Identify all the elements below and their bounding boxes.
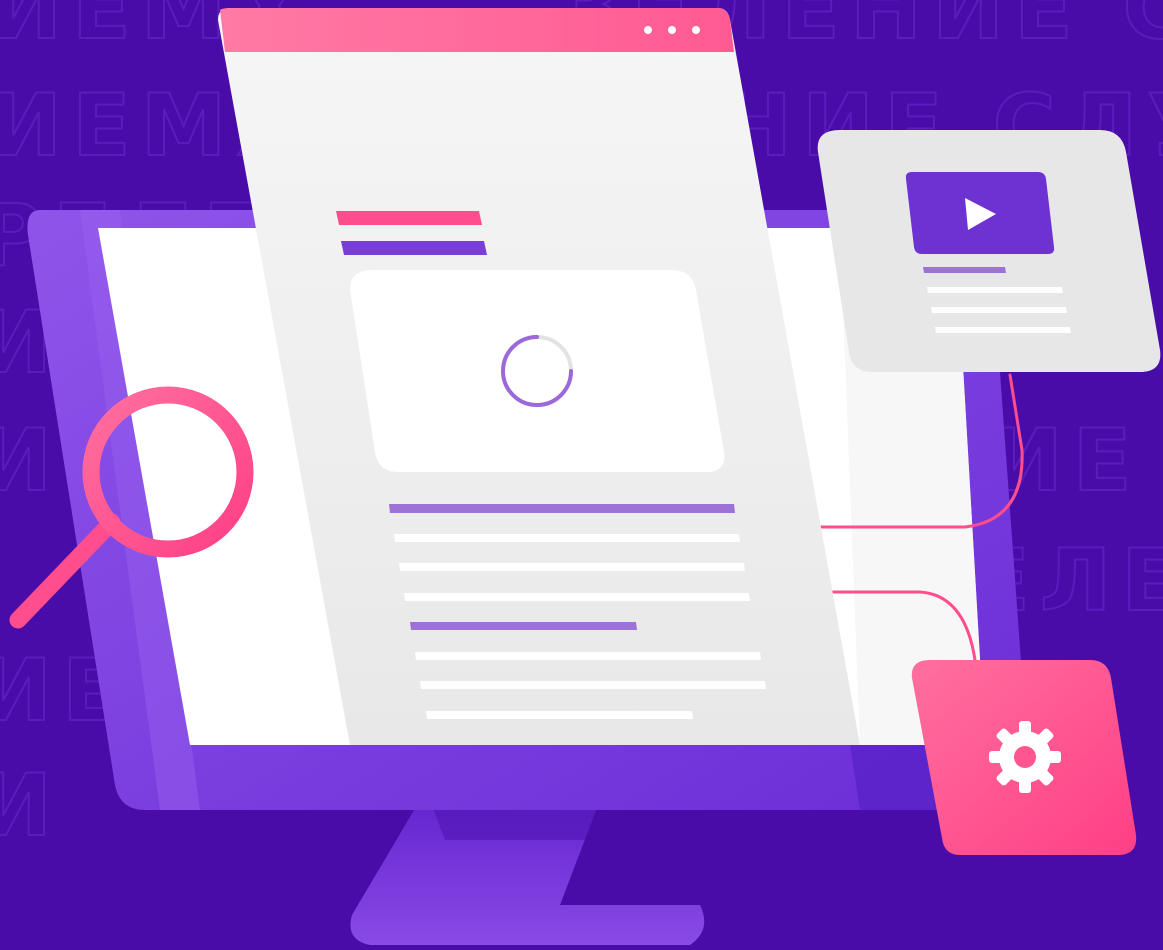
text-line [927, 287, 1063, 293]
text-line [420, 681, 766, 689]
video-card [817, 130, 1161, 372]
browser-titlebar [220, 8, 734, 52]
text-line [935, 327, 1071, 333]
watermark-line: И [0, 756, 62, 856]
heading-bar-purple [341, 241, 487, 255]
illustration-scene: ИЕМХ ЗЕЛЕНИЕ СЛУ ИЕМХ НИЕ СЛУ РЕЛЕН И ЕН… [0, 0, 1163, 945]
text-line-accent [389, 504, 735, 513]
monitor-stand [350, 800, 705, 945]
heading-bar-pink [336, 211, 482, 225]
gear-icon [989, 721, 1061, 793]
window-dot [644, 26, 652, 34]
settings-card [911, 660, 1137, 855]
text-line [426, 711, 693, 719]
window-dot [668, 26, 676, 34]
text-line [404, 593, 750, 601]
text-line [394, 534, 740, 542]
text-line [415, 652, 761, 660]
video-title-line [923, 267, 1006, 273]
media-card [350, 270, 725, 472]
window-dot [692, 26, 700, 34]
text-line [399, 563, 745, 571]
text-line-accent [410, 622, 637, 630]
text-line [931, 307, 1067, 313]
